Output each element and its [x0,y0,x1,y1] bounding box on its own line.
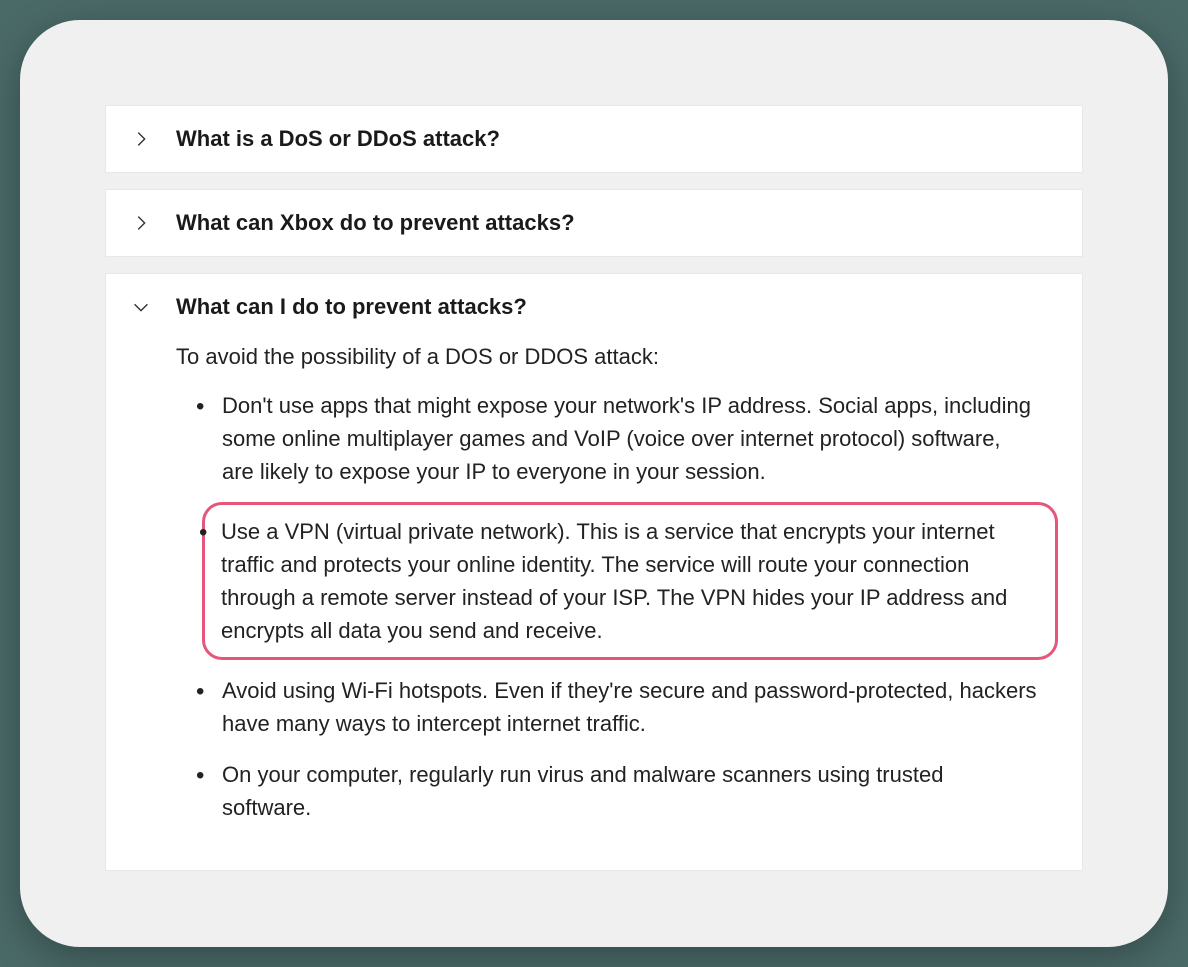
accordion-item-xbox-prevent: What can Xbox do to prevent attacks? [105,189,1083,257]
accordion-item-user-prevent: What can I do to prevent attacks? To avo… [105,273,1083,871]
accordion-header-xbox-prevent[interactable]: What can Xbox do to prevent attacks? [106,190,1082,256]
accordion-item-dos-ddos: What is a DoS or DDoS attack? [105,105,1083,173]
content-card: What is a DoS or DDoS attack? What can X… [20,20,1168,947]
accordion-header-user-prevent[interactable]: What can I do to prevent attacks? [106,274,1082,340]
chevron-right-icon [130,128,152,150]
chevron-right-icon [130,212,152,234]
accordion-content: To avoid the possibility of a DOS or DDO… [106,340,1082,870]
intro-text: To avoid the possibility of a DOS or DDO… [176,340,1058,373]
list-item: On your computer, regularly run virus an… [222,758,1058,824]
highlight-annotation: Use a VPN (virtual private network). Thi… [202,502,1058,660]
bullet-list: Don't use apps that might expose your ne… [176,389,1058,824]
list-item: Avoid using Wi-Fi hotspots. Even if they… [222,674,1058,740]
accordion-title: What can I do to prevent attacks? [176,294,527,320]
chevron-down-icon [130,296,152,318]
accordion-title: What is a DoS or DDoS attack? [176,126,500,152]
accordion-header-dos-ddos[interactable]: What is a DoS or DDoS attack? [106,106,1082,172]
list-item-highlighted: Use a VPN (virtual private network). Thi… [221,515,1039,647]
accordion-title: What can Xbox do to prevent attacks? [176,210,575,236]
list-item: Don't use apps that might expose your ne… [222,389,1058,488]
